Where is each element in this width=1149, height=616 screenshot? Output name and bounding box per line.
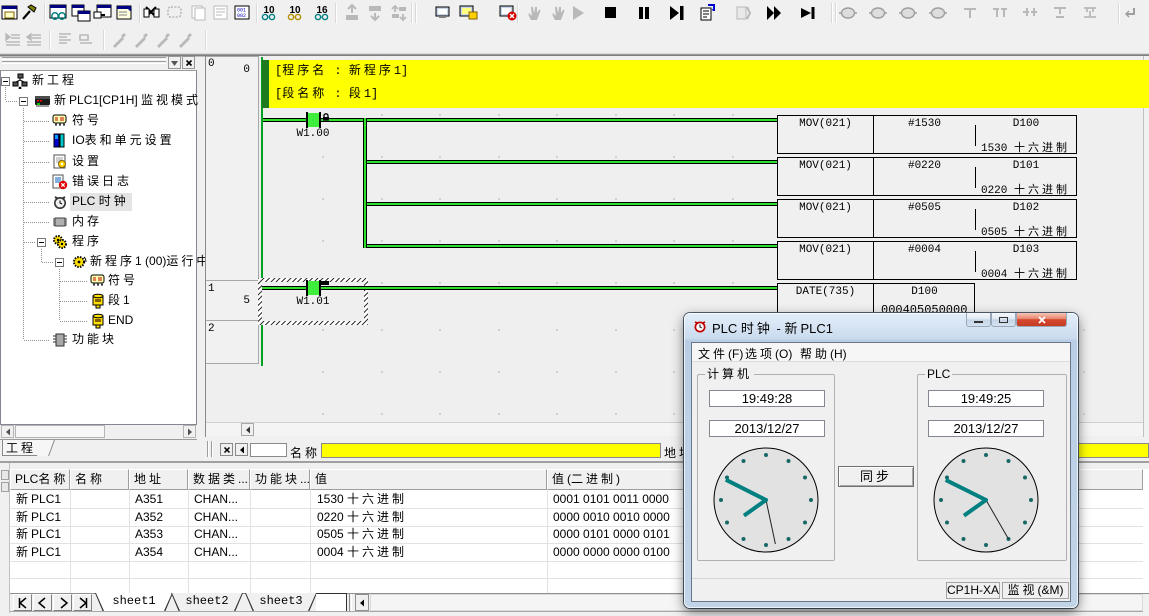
- svg-text:002: 002: [237, 13, 246, 19]
